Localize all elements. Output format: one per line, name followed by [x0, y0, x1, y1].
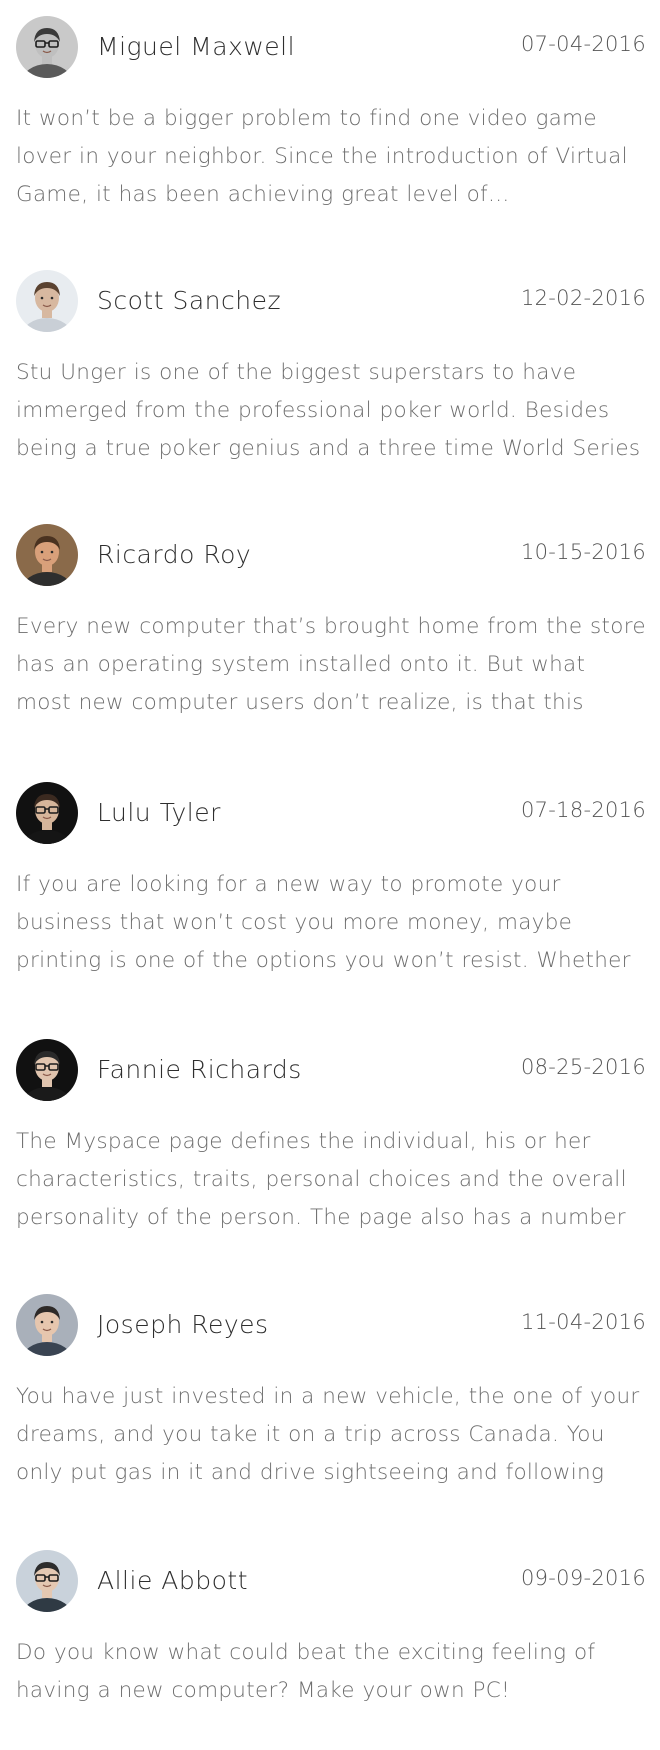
post-date: 07-04-2016	[520, 32, 646, 56]
author-name[interactable]: Joseph Reyes	[97, 1310, 269, 1339]
avatar-portrait	[16, 16, 78, 78]
avatar-portrait	[16, 1039, 78, 1101]
avatar[interactable]	[16, 1039, 78, 1101]
list-item[interactable]: Miguel Maxwell 07-04-2016 It won’t be a …	[16, 16, 646, 216]
list-item[interactable]: Lulu Tyler 07-18-2016 If you are looking…	[16, 782, 646, 982]
avatar[interactable]	[16, 16, 78, 78]
post-header: Lulu Tyler 07-18-2016	[16, 782, 646, 844]
list-item[interactable]: Scott Sanchez 12-02-2016 Stu Unger is on…	[16, 270, 646, 470]
avatar-portrait	[16, 270, 78, 332]
author-name[interactable]: Ricardo Roy	[97, 540, 251, 569]
post-date: 07-18-2016	[520, 798, 646, 822]
post-date: 11-04-2016	[520, 1310, 646, 1334]
author-name[interactable]: Miguel Maxwell	[97, 32, 295, 61]
author-name[interactable]: Fannie Richards	[97, 1055, 302, 1084]
avatar-portrait	[16, 1294, 78, 1356]
post-excerpt: Stu Unger is one of the biggest supersta…	[16, 360, 641, 461]
post-header: Joseph Reyes 11-04-2016	[16, 1294, 646, 1356]
post-excerpt: Every new computer that’s brought home f…	[16, 614, 646, 715]
post-excerpt: Do you know what could beat the exciting…	[16, 1640, 596, 1703]
post-header: Allie Abbott 09-09-2016	[16, 1550, 646, 1612]
post-excerpt: The Myspace page defines the individual,…	[16, 1129, 627, 1230]
post-header: Miguel Maxwell 07-04-2016	[16, 16, 646, 78]
avatar-portrait	[16, 782, 78, 844]
avatar[interactable]	[16, 270, 78, 332]
avatar-portrait	[16, 524, 78, 586]
avatar[interactable]	[16, 782, 78, 844]
list-item[interactable]: Ricardo Roy 10-15-2016 Every new compute…	[16, 524, 646, 724]
post-excerpt: It won’t be a bigger problem to find one…	[16, 106, 628, 207]
avatar[interactable]	[16, 1550, 78, 1612]
post-date: 09-09-2016	[520, 1566, 646, 1590]
post-list: Miguel Maxwell 07-04-2016 It won’t be a …	[0, 0, 660, 1716]
author-name[interactable]: Lulu Tyler	[97, 798, 221, 827]
avatar[interactable]	[16, 524, 78, 586]
post-excerpt: If you are looking for a new way to prom…	[16, 872, 631, 973]
post-date: 08-25-2016	[520, 1055, 646, 1079]
author-name[interactable]: Scott Sanchez	[97, 286, 281, 315]
list-item[interactable]: Joseph Reyes 11-04-2016 You have just in…	[16, 1294, 646, 1494]
author-name[interactable]: Allie Abbott	[97, 1566, 248, 1595]
post-date: 10-15-2016	[520, 540, 646, 564]
post-header: Ricardo Roy 10-15-2016	[16, 524, 646, 586]
list-item[interactable]: Fannie Richards 08-25-2016 The Myspace p…	[16, 1039, 646, 1239]
avatar-portrait	[16, 1550, 78, 1612]
avatar[interactable]	[16, 1294, 78, 1356]
post-header: Fannie Richards 08-25-2016	[16, 1039, 646, 1101]
post-excerpt: You have just invested in a new vehicle,…	[16, 1384, 640, 1485]
post-date: 12-02-2016	[520, 286, 646, 310]
list-item[interactable]: Allie Abbott 09-09-2016 Do you know what…	[16, 1550, 646, 1750]
post-header: Scott Sanchez 12-02-2016	[16, 270, 646, 332]
